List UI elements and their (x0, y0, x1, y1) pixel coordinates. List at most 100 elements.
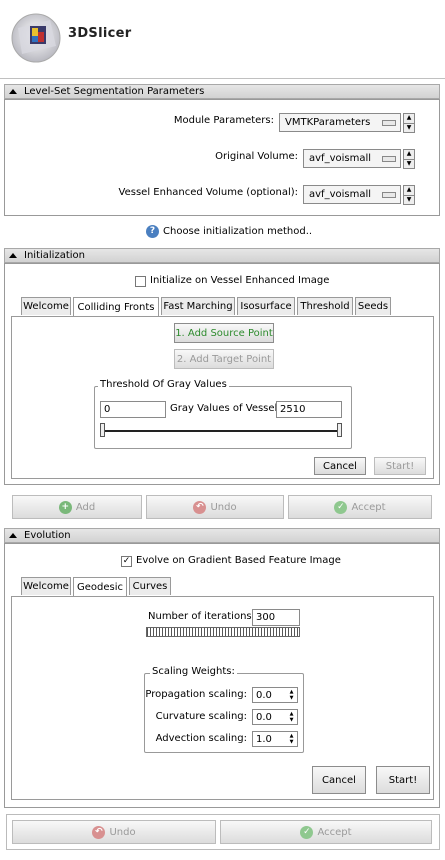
geodesic-tab-body: Number of iterations 300 Scaling Weights… (11, 596, 434, 800)
evo-undo-label: Undo (109, 826, 136, 838)
module-params-label: Module Parameters: (173, 115, 274, 126)
initialization-header[interactable]: Initialization (4, 248, 440, 263)
evolution-header-label: Evolution (24, 530, 71, 541)
threshold-max-input[interactable]: 2510 (276, 401, 342, 418)
threshold-group-title: Threshold Of Gray Values (98, 379, 229, 390)
init-cancel-button[interactable]: Cancel (314, 457, 366, 475)
tab-threshold[interactable]: Threshold (297, 297, 353, 315)
init-accept-button[interactable]: ✓ Accept (288, 495, 432, 519)
advection-spinbox[interactable]: 1.0 ▲ ▼ (252, 731, 298, 747)
choose-init-label: Choose initialization method.. (163, 226, 313, 237)
iterations-input[interactable]: 300 (252, 609, 300, 626)
init-vessel-checkbox[interactable] (135, 276, 146, 287)
initialization-panel: Initialize on Vessel Enhanced Image Welc… (4, 263, 440, 485)
tab-evo-welcome[interactable]: Welcome (21, 577, 71, 595)
evo-cancel-button[interactable]: Cancel (312, 766, 366, 794)
undo-icon: ↶ (92, 825, 106, 839)
original-volume-spin[interactable]: ▲ ▼ (403, 149, 415, 169)
colliding-fronts-tab-body: 1. Add Source Point 2. Add Target Point … (11, 316, 434, 479)
propagation-spinbox[interactable]: 0.0 ▲ ▼ (252, 687, 298, 703)
init-undo-button[interactable]: ↶ Undo (146, 495, 284, 519)
app-title: 3DSlicer (68, 26, 132, 41)
collapse-arrow-icon (9, 533, 17, 538)
evo-accept-label: Accept (317, 826, 352, 838)
iterations-label: Number of iterations (148, 611, 252, 622)
slider-min-handle[interactable] (100, 423, 105, 437)
curvature-label: Curvature scaling: (155, 711, 247, 722)
levelset-panel: Module Parameters: VMTKParameters ▲ ▼ Ori… (4, 99, 440, 216)
spin-arrows-icon[interactable]: ▲ ▼ (287, 689, 296, 701)
add-target-point-button[interactable]: 2. Add Target Point (174, 349, 274, 369)
tab-isosurface[interactable]: Isosurface (237, 297, 295, 315)
init-accept-label: Accept (351, 501, 386, 513)
spin-up-icon[interactable]: ▲ (404, 114, 414, 123)
combo-dropdown-icon (382, 120, 396, 126)
accept-icon: ✓ (300, 825, 314, 839)
threshold-label: Gray Values of Vessels (170, 403, 283, 414)
module-params-value: VMTKParameters (285, 117, 371, 128)
tab-welcome[interactable]: Welcome (21, 297, 71, 315)
evo-start-button[interactable]: Start! (376, 766, 430, 794)
curvature-value: 0.0 (256, 711, 272, 723)
tab-colliding-fronts[interactable]: Colliding Fronts (73, 297, 159, 316)
init-undo-label: Undo (210, 501, 237, 513)
choose-init-row[interactable]: ? Choose initialization method.. (146, 225, 312, 238)
add-button[interactable]: + Add (12, 495, 142, 519)
vessel-volume-value: avf_voismall (309, 189, 372, 200)
levelset-header-label: Level-Set Segmentation Parameters (24, 86, 205, 97)
advection-value: 1.0 (256, 733, 272, 745)
scaling-weights-title: Scaling Weights: (150, 666, 237, 677)
curvature-spinbox[interactable]: 0.0 ▲ ▼ (252, 709, 298, 725)
collapse-arrow-icon (9, 89, 17, 94)
spin-arrows-icon[interactable]: ▲ ▼ (287, 733, 296, 745)
threshold-min-input[interactable]: 0 (100, 401, 166, 418)
module-params-combo[interactable]: VMTKParameters (279, 113, 401, 132)
threshold-range-slider[interactable] (100, 423, 342, 437)
advection-label: Advection scaling: (155, 733, 247, 744)
slider-track (104, 430, 338, 432)
add-source-point-button[interactable]: 1. Add Source Point (174, 323, 274, 343)
spin-up-icon[interactable]: ▲ (404, 186, 414, 195)
slider-max-handle[interactable] (337, 423, 342, 437)
tab-seeds[interactable]: Seeds (355, 297, 391, 315)
iterations-slider[interactable] (146, 627, 300, 637)
original-volume-value: avf_voismall (309, 153, 372, 164)
spin-up-icon[interactable]: ▲ (404, 150, 414, 159)
logo-divider (0, 78, 445, 79)
spin-arrows-icon[interactable]: ▲ ▼ (287, 711, 296, 723)
add-button-label: Add (75, 501, 96, 513)
initialization-header-label: Initialization (24, 250, 85, 261)
help-icon[interactable]: ? (146, 225, 159, 238)
evolution-header[interactable]: Evolution (4, 528, 440, 543)
combo-dropdown-icon (382, 192, 396, 198)
spin-down-icon[interactable]: ▼ (404, 122, 414, 133)
original-volume-label: Original Volume: (215, 151, 298, 162)
propagation-value: 0.0 (256, 689, 272, 701)
spin-down-icon[interactable]: ▼ (404, 158, 414, 169)
propagation-label: Propagation scaling: (145, 689, 247, 700)
vessel-volume-label: Vessel Enhanced Volume (optional): (118, 187, 298, 198)
collapse-arrow-icon (9, 253, 17, 258)
vessel-volume-spin[interactable]: ▲ ▼ (403, 185, 415, 205)
slicer-logo-icon (11, 13, 61, 63)
levelset-header[interactable]: Level-Set Segmentation Parameters (4, 84, 440, 99)
module-params-spin[interactable]: ▲ ▼ (403, 113, 415, 133)
evolve-gradient-checkbox[interactable]: ✓ (121, 556, 132, 567)
evo-accept-button[interactable]: ✓ Accept (220, 820, 432, 844)
add-icon: + (58, 500, 72, 514)
vessel-volume-combo[interactable]: avf_voismall (303, 185, 401, 204)
tab-geodesic[interactable]: Geodesic (73, 577, 127, 596)
init-vessel-label: Initialize on Vessel Enhanced Image (150, 275, 330, 286)
evolve-gradient-label: Evolve on Gradient Based Feature Image (136, 555, 341, 566)
tab-curves[interactable]: Curves (129, 577, 171, 595)
tab-fast-marching[interactable]: Fast Marching (161, 297, 235, 315)
evolution-panel: ✓ Evolve on Gradient Based Feature Image… (4, 543, 440, 808)
accept-icon: ✓ (334, 500, 348, 514)
spin-down-icon[interactable]: ▼ (404, 194, 414, 205)
undo-icon: ↶ (193, 500, 207, 514)
original-volume-combo[interactable]: avf_voismall (303, 149, 401, 168)
init-start-button[interactable]: Start! (374, 457, 426, 475)
combo-dropdown-icon (382, 156, 396, 162)
evo-undo-button[interactable]: ↶ Undo (12, 820, 216, 844)
slicer-logo (6, 6, 66, 66)
